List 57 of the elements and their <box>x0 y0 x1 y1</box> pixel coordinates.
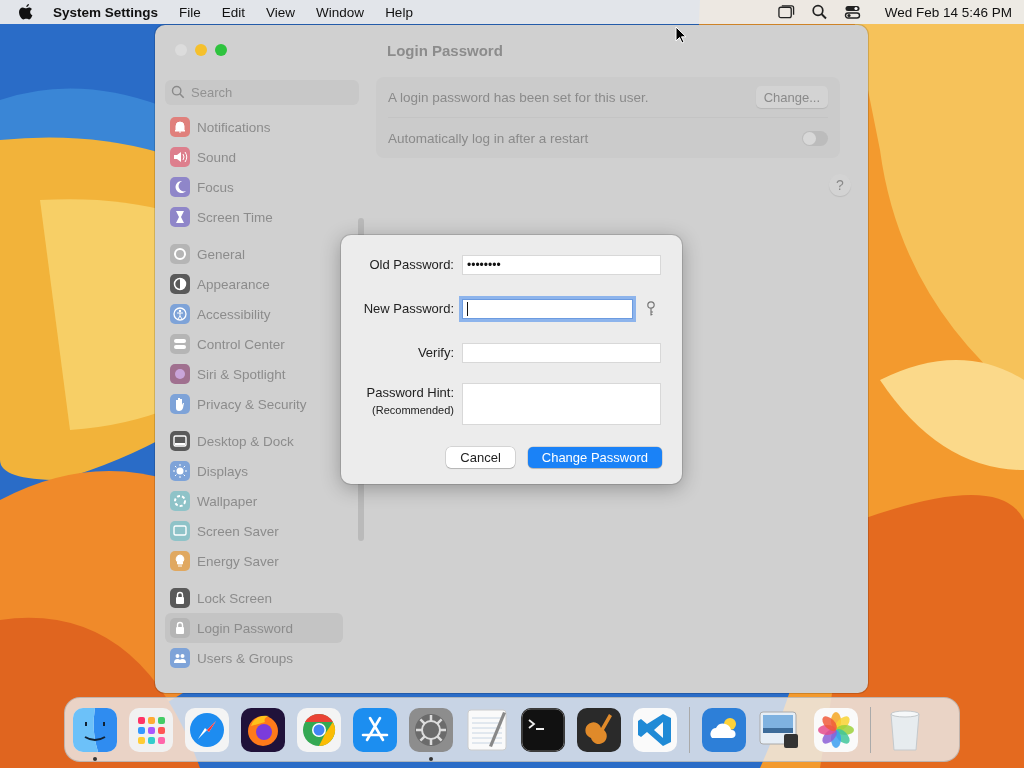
cloud-sun-icon[interactable] <box>702 707 746 752</box>
sidebar-item[interactable]: Wallpaper <box>165 486 343 516</box>
flower-petals-icon[interactable] <box>814 707 858 752</box>
menu-item[interactable]: Window <box>316 4 365 20</box>
pane-title: Login Password <box>387 41 503 61</box>
password-field[interactable] <box>462 299 633 319</box>
menu-app-name[interactable]: System Settings <box>53 4 159 20</box>
sidebar-item[interactable]: Privacy & Security <box>165 389 343 419</box>
help-button[interactable]: ? <box>829 174 851 196</box>
field-label: Password Hint: <box>366 384 454 402</box>
change-password-button[interactable]: Change Password <box>527 447 662 468</box>
sidebar-item[interactable]: Lock Screen <box>165 583 343 613</box>
hint-field[interactable] <box>462 383 661 425</box>
sidebar-item[interactable]: Screen Time <box>165 202 343 232</box>
terminal-icon[interactable] <box>521 707 565 752</box>
menu-item[interactable]: View <box>266 4 296 20</box>
key-icon[interactable] <box>646 301 656 317</box>
field-label: New Password: <box>363 300 454 318</box>
menu-item[interactable]: Help <box>385 4 413 20</box>
sidebar-item[interactable]: Appearance <box>165 269 343 299</box>
field-label: Verify: <box>417 344 454 362</box>
sidebar-item[interactable]: Accessibility <box>165 299 343 329</box>
setting-label: Automatically log in after a restart <box>388 130 589 146</box>
field-sublabel: (Recommended) <box>372 403 454 417</box>
notepad-pencil-icon[interactable] <box>465 707 509 752</box>
compass-icon[interactable] <box>185 707 229 752</box>
a-shape-icon[interactable] <box>353 707 397 752</box>
windows-icon[interactable] <box>777 4 795 20</box>
sidebar-item[interactable]: Control Center <box>165 329 343 359</box>
sidebar-item[interactable]: Users & Groups <box>165 643 343 673</box>
smiling-face-icon[interactable] <box>73 707 117 752</box>
ribbon-icon[interactable] <box>633 707 677 752</box>
toggle-switch[interactable] <box>802 130 828 146</box>
sidebar-item[interactable]: Login Password <box>165 613 343 643</box>
menu-clock[interactable]: Wed Feb 14 5:46 PM <box>884 4 1012 20</box>
sidebar-item[interactable]: Focus <box>165 172 343 202</box>
app-grid-icon[interactable] <box>129 707 173 752</box>
sidebar-item[interactable]: Siri & Spotlight <box>165 359 343 389</box>
sidebar-item[interactable]: Sound <box>165 142 343 172</box>
sidebar-item[interactable]: General <box>165 239 343 269</box>
sidebar-item[interactable]: Desktop & Dock <box>165 426 343 456</box>
password-field[interactable]: •••••••• <box>462 255 661 275</box>
field-label: Old Password: <box>369 256 454 274</box>
control-center-icon[interactable] <box>843 4 861 20</box>
sidebar-item[interactable]: Energy Saver <box>165 546 343 576</box>
sidebar-item[interactable]: Displays <box>165 456 343 486</box>
sidebar-item[interactable]: Screen Saver <box>165 516 343 546</box>
cancel-button[interactable]: Cancel <box>446 447 515 468</box>
pointer-icon <box>675 26 687 44</box>
sidebar-item[interactable]: Notifications <box>165 112 343 142</box>
gear-icon[interactable] <box>409 707 453 752</box>
menu-item[interactable]: File <box>179 4 201 20</box>
apple-logo-icon[interactable] <box>19 4 33 20</box>
setting-label: A login password has been set for this user. <box>388 89 649 105</box>
search-icon[interactable] <box>810 4 828 20</box>
menu-item[interactable]: Edit <box>221 4 246 20</box>
change-button[interactable]: Change... <box>755 86 828 108</box>
